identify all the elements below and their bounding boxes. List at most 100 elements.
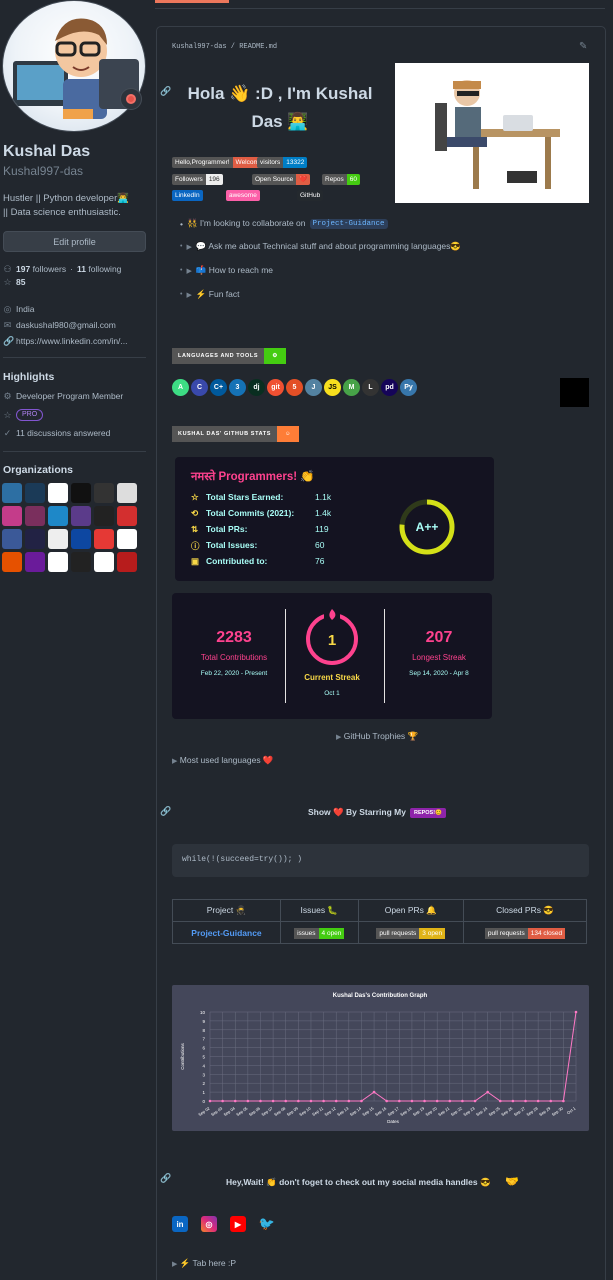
terminal-icon <box>560 378 589 407</box>
instagram-icon[interactable]: ◎ <box>201 1216 217 1232</box>
website-link[interactable]: 🔗 https://www.linkedin.com/in/... <box>3 336 128 346</box>
following-link[interactable]: 11 following <box>77 264 121 274</box>
languages-tools-header: LANGUAGES AND TOOLS ⚙ <box>172 348 287 364</box>
x-tick-label: Sep 05 <box>235 1105 249 1117</box>
closed-prs-badge[interactable]: pull requests 134 closed <box>484 927 566 939</box>
y-tick-label: 8 <box>202 1028 205 1033</box>
readme-badge[interactable]: Repos 60 <box>322 174 361 185</box>
data-point <box>473 1099 477 1103</box>
tab-here-text: ⚡ Tab here :P <box>179 1258 237 1268</box>
bullet-dot: • <box>180 243 183 250</box>
anchor-link-icon[interactable]: 🔗 <box>160 806 171 817</box>
tech-icon: git <box>267 379 284 396</box>
organization-avatar[interactable] <box>2 483 22 503</box>
reach-text: 📫 How to reach me <box>195 265 274 275</box>
organization-avatar[interactable] <box>71 506 91 526</box>
stat-value: 76 <box>315 556 325 566</box>
twitter-icon[interactable]: 🐦 <box>259 1216 275 1232</box>
youtube-icon[interactable]: ▶ <box>230 1216 246 1232</box>
organization-avatar[interactable] <box>117 506 137 526</box>
organization-avatar[interactable] <box>94 483 114 503</box>
details-ask[interactable]: • ▶ 💬 Ask me about Technical stuff and a… <box>180 241 461 252</box>
graph-svg: Kushal Das's Contribution Graph 0 1 2 3 4 5 6 7 8… <box>180 993 578 1124</box>
organization-avatar[interactable] <box>48 529 68 549</box>
stat-icon: ▣ <box>191 556 200 566</box>
contribution-graph: Kushal Das's Contribution Graph 0 1 2 3 4 5 6 7 8… <box>172 985 589 1131</box>
organization-avatar[interactable] <box>94 552 114 572</box>
linkedin-icon[interactable]: in <box>172 1216 188 1232</box>
tech-icon: C+ <box>210 379 227 396</box>
organization-avatar[interactable] <box>71 529 91 549</box>
organization-avatar[interactable] <box>71 552 91 572</box>
details-most-used[interactable]: ▶ Most used languages ❤️ <box>172 755 274 766</box>
organization-avatar[interactable] <box>94 506 114 526</box>
organization-avatar[interactable] <box>25 506 45 526</box>
details-fun[interactable]: • ▶ ⚡ Fun fact <box>180 289 240 300</box>
organization-avatar[interactable] <box>2 529 22 549</box>
anchor-link-icon[interactable]: 🔗 <box>160 1173 171 1184</box>
open-prs-badge[interactable]: pull requests 3 open <box>376 927 446 939</box>
tech-icon: J <box>305 379 322 396</box>
readme-badge[interactable]: GitHub <box>297 190 324 201</box>
project-link[interactable]: Project-Guidance <box>191 928 261 938</box>
organization-avatar[interactable] <box>117 529 137 549</box>
details-reach[interactable]: • ▶ 📫 How to reach me <box>180 265 273 276</box>
tech-icons: A C C+ 3 dj git 5 J JS M Lpd Py <box>172 379 417 396</box>
organization-avatar[interactable] <box>2 506 22 526</box>
x-tick-label: Sep 19 <box>412 1105 426 1117</box>
organization-avatar[interactable] <box>71 483 91 503</box>
details-tab-here[interactable]: ▶ ⚡ Tab here :P <box>172 1258 236 1269</box>
tech-icon: M <box>343 379 360 396</box>
collab-project-link[interactable]: Project-Guidance <box>309 218 388 229</box>
y-tick-label: 2 <box>202 1081 205 1086</box>
data-point <box>334 1099 338 1103</box>
organization-avatar[interactable] <box>25 552 45 572</box>
readme-badge[interactable]: LinkedIn <box>172 190 203 201</box>
github-stats-card: नमस्ते Programmers! 👏 ☆ Total Stars Earne… <box>175 457 494 581</box>
data-point <box>486 1090 489 1094</box>
readme-badge[interactable]: Open Source ❤️ <box>252 174 311 185</box>
organization-avatar[interactable] <box>48 506 68 526</box>
details-trophies[interactable]: ▶ GitHub Trophies 🏆 <box>336 731 418 742</box>
stat-value: 119 <box>315 524 329 534</box>
most-used-text: Most used languages ❤️ <box>179 755 274 765</box>
profile-avatar[interactable] <box>2 0 146 132</box>
current-range: Oct 1 <box>324 690 340 697</box>
organization-avatar[interactable] <box>48 483 68 503</box>
organization-avatar[interactable] <box>25 483 45 503</box>
issues-badge[interactable]: issues 4 open <box>294 927 345 939</box>
email-link[interactable]: ✉ daskushal980@gmail.com <box>3 320 116 330</box>
organization-avatar[interactable] <box>117 552 137 572</box>
stat-row: ⓘ Total Issues: 60 <box>191 540 324 552</box>
stat-value: 60 <box>315 540 325 550</box>
status-emoji[interactable] <box>120 88 142 110</box>
organization-avatar[interactable] <box>2 552 22 572</box>
x-tick-label: Sep 27 <box>513 1105 527 1117</box>
stat-row: ⇅ Total PRs: 119 <box>191 524 329 535</box>
developer-program[interactable]: ⚙ Developer Program Member <box>3 391 123 401</box>
stars-link[interactable]: ☆ 85 <box>3 277 25 287</box>
organization-avatar[interactable] <box>25 529 45 549</box>
data-point <box>259 1099 262 1103</box>
readme-badge[interactable]: Followers 196 <box>172 174 223 185</box>
stars-count: 85 <box>16 277 26 287</box>
edit-profile-button[interactable]: Edit profile <box>3 231 146 252</box>
followers-link[interactable]: 197 followers <box>16 264 66 274</box>
repos-badge[interactable]: REPOS!😊 <box>409 807 446 818</box>
data-point <box>271 1099 275 1103</box>
discussions-link[interactable]: ✓ 11 discussions answered <box>3 428 111 438</box>
edit-pencil-icon[interactable]: ✎ <box>579 41 587 52</box>
organization-avatar[interactable] <box>48 552 68 572</box>
x-tick-label: Sep 28 <box>525 1105 539 1117</box>
readme-path[interactable]: Kushal997-das / README.md <box>172 43 277 51</box>
table-header: Project 🥷 <box>172 899 281 922</box>
readme-badge[interactable]: awesome <box>226 190 260 201</box>
readme-badge[interactable]: visitors 13322 <box>257 157 308 168</box>
stat-row: ☆ Total Stars Earned: 1.1k <box>191 492 331 503</box>
organization-avatar[interactable] <box>117 483 137 503</box>
anchor-link-icon[interactable]: 🔗 <box>160 86 171 97</box>
organization-avatar[interactable] <box>94 529 114 549</box>
data-point <box>461 1099 464 1103</box>
x-tick-label: Sep 12 <box>324 1105 338 1117</box>
x-tick-label: Sep 13 <box>336 1105 350 1117</box>
